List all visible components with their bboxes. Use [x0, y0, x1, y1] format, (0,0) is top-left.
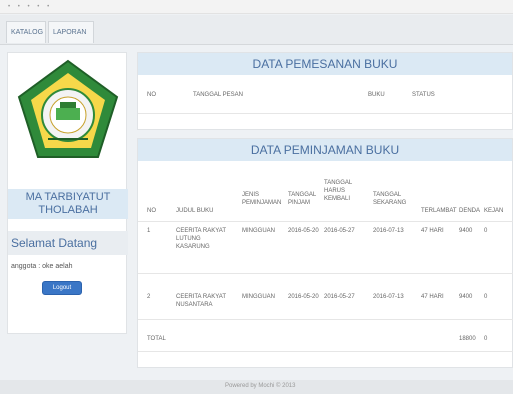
divider	[138, 273, 513, 274]
total-extra: 0	[484, 336, 488, 342]
row2-type: MINGGUAN	[242, 294, 275, 300]
total-label: TOTAL	[147, 336, 166, 342]
school-logo-icon	[8, 53, 128, 183]
welcome-heading: Selamat Datang	[8, 231, 128, 255]
row1-late: 47 HARI	[421, 228, 444, 234]
member-text: anggota : oke aelah	[11, 263, 73, 270]
order-header-status: STATUS	[412, 92, 435, 98]
row1-no: 1	[147, 228, 151, 234]
loan-header-today: TANGGAL SEKARANG	[373, 192, 407, 206]
loan-panel: DATA PEMINJAMAN BUKU NO JUDUL BUKU JENIS…	[137, 138, 513, 368]
divider	[138, 319, 513, 320]
row1-type: MINGGUAN	[242, 228, 275, 234]
loan-header-due-date: TANGGAL HARUS KEMBALI	[324, 180, 353, 202]
tab-katalog[interactable]: KATALOG	[6, 21, 46, 43]
row1-title: CEERITA RAKYAT LUTUNG KASARUNG	[176, 228, 226, 250]
footer: Powered by Mochi © 2013	[0, 380, 513, 394]
loan-panel-title: DATA PEMINJAMAN BUKU	[138, 139, 512, 161]
loan-header-fine: DENDA	[459, 208, 481, 214]
row2-loan-date: 2016-05-20	[288, 294, 319, 300]
row2-today: 2016-07-13	[373, 294, 404, 300]
divider	[138, 221, 513, 222]
row2-extra: 0	[484, 294, 488, 300]
sidebar: MA TARBIYATUT THOLABAH Selamat Datang an…	[7, 52, 128, 334]
row2-late: 47 HARI	[421, 294, 444, 300]
school-name: MA TARBIYATUT THOLABAH	[8, 189, 128, 219]
tab-laporan[interactable]: LAPORAN	[48, 21, 94, 43]
row1-loan-date: 2016-05-20	[288, 228, 319, 234]
total-fine: 18800	[459, 336, 476, 342]
row1-today: 2016-07-13	[373, 228, 404, 234]
loan-header-late: TERLAMBAT	[421, 208, 457, 214]
divider	[138, 351, 513, 352]
browser-top-strip: • • • • •	[0, 0, 513, 14]
window-dots-icon: • • • • •	[8, 4, 53, 10]
order-panel-title: DATA PEMESANAN BUKU	[138, 53, 512, 75]
row1-fine: 9400	[459, 228, 473, 234]
row2-no: 2	[147, 294, 151, 300]
tab-bar: KATALOG LAPORAN	[0, 15, 513, 45]
order-header-book: BUKU	[368, 92, 385, 98]
row2-due-date: 2016-05-27	[324, 294, 355, 300]
order-header-date: TANGGAL PESAN	[193, 92, 244, 98]
logout-button[interactable]: Logout	[42, 281, 82, 295]
loan-header-extra: KEJAN	[484, 208, 504, 214]
row2-fine: 9400	[459, 294, 473, 300]
order-panel: DATA PEMESANAN BUKU NO TANGGAL PESAN BUK…	[137, 52, 513, 130]
footer-text: Powered by Mochi © 2013	[225, 383, 296, 389]
loan-header-loan-date: TANGGAL PINJAM	[288, 192, 317, 206]
row1-extra: 0	[484, 228, 488, 234]
loan-header-title: JUDUL BUKU	[176, 208, 214, 214]
loan-header-no: NO	[147, 208, 156, 214]
loan-header-type: JENIS PEMINJAMAN	[242, 192, 282, 206]
order-header-no: NO	[147, 92, 156, 98]
divider	[138, 113, 513, 114]
row1-due-date: 2016-05-27	[324, 228, 355, 234]
row2-title: CEERITA RAKYAT NUSANTARA	[176, 294, 226, 308]
